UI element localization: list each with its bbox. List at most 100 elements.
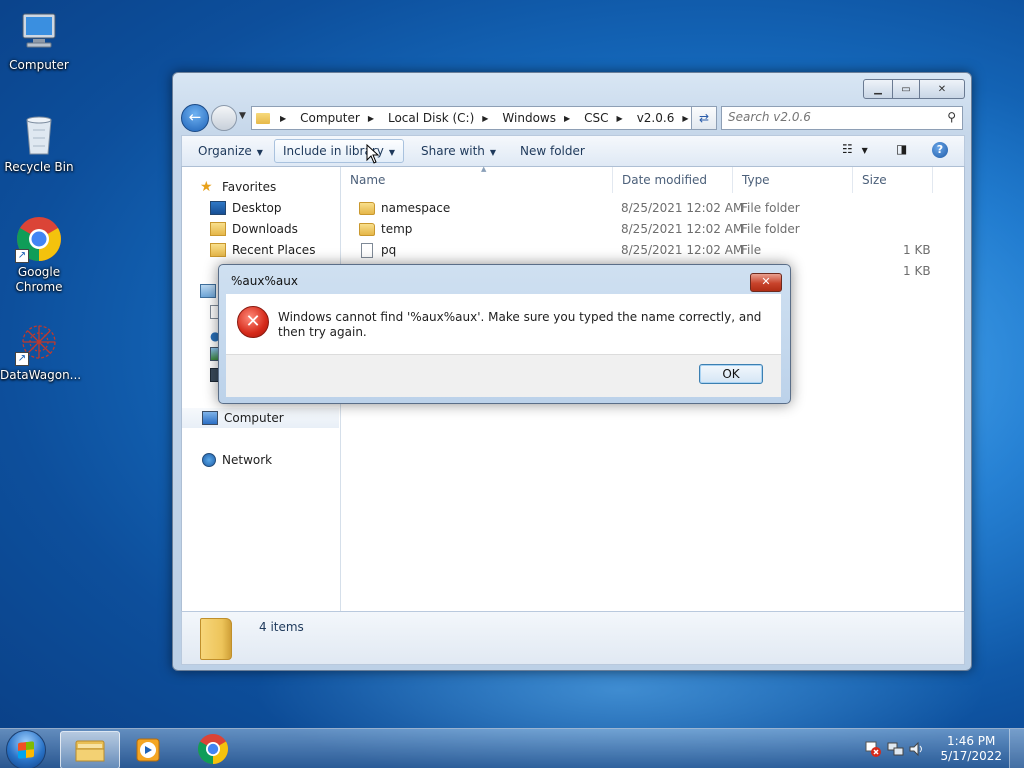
desktop-icon-computer[interactable]: Computer	[0, 8, 78, 73]
nav-label: Downloads	[232, 222, 298, 236]
sort-up-icon: ▲	[481, 165, 487, 173]
command-bar: Organize ▼ Include in library ▼ Share with…	[181, 135, 965, 167]
address-row: ← ▼ ▶ Computer ▶ Local Disk (C:) ▶ Windo…	[181, 103, 963, 132]
file-icon	[361, 243, 373, 258]
folder-icon	[359, 202, 375, 215]
datawagon-icon: ↗	[15, 318, 63, 366]
forward-button[interactable]	[211, 105, 237, 131]
file-date: 8/25/2021 12:02 AM	[621, 222, 744, 236]
network-status-icon[interactable]	[886, 740, 904, 761]
column-header-size[interactable]: Size	[853, 167, 933, 193]
windows-logo-icon	[18, 741, 34, 759]
column-label: Date modified	[622, 173, 708, 187]
search-icon[interactable]: ⚲	[947, 110, 956, 124]
breadcrumb-local-disk[interactable]: Local Disk (C:)	[384, 111, 478, 125]
view-list-icon: ☷	[842, 142, 853, 156]
address-bar[interactable]: ▶ Computer ▶ Local Disk (C:) ▶ Windows ▶…	[251, 106, 717, 130]
breadcrumb-label: v2.0.6	[636, 111, 675, 125]
dialog-message: Windows cannot find '%aux%aux'. Make sur…	[278, 310, 762, 339]
volume-icon[interactable]	[908, 740, 926, 761]
breadcrumb-separator[interactable]: ▶	[364, 114, 384, 123]
new-folder-button[interactable]: New folder	[512, 136, 593, 166]
close-icon: ✕	[937, 83, 947, 95]
chrome-icon	[197, 734, 229, 764]
file-row[interactable]: temp 8/25/2021 12:02 AM File folder	[341, 219, 964, 240]
libraries-icon	[200, 284, 216, 298]
taskbar-explorer-button[interactable]	[60, 731, 120, 768]
refresh-button[interactable]: ⇄	[691, 106, 717, 130]
close-icon: ✕	[761, 275, 771, 288]
desktop-icon-label: DataWagon...	[0, 368, 82, 382]
taskbar-chrome-button[interactable]	[183, 731, 241, 767]
breadcrumb-separator[interactable]: ▶	[613, 114, 633, 123]
nav-downloads[interactable]: Downloads	[210, 219, 298, 239]
view-options-button[interactable]: ☷ ▼	[842, 142, 868, 156]
back-button[interactable]: ←	[181, 104, 209, 132]
share-with-button[interactable]: Share with ▼	[413, 136, 504, 166]
chevron-down-icon: ▼	[489, 148, 497, 157]
breadcrumb-separator[interactable]: ▶	[560, 114, 580, 123]
details-pane: 4 items	[181, 611, 965, 665]
computer-icon	[15, 8, 63, 56]
breadcrumb-windows[interactable]: Windows	[498, 111, 560, 125]
preview-pane-button[interactable]: ◨	[896, 142, 907, 156]
file-row[interactable]: pq 8/25/2021 12:02 AM File 1 KB	[341, 240, 964, 261]
file-row[interactable]: namespace 8/25/2021 12:02 AM File folder	[341, 198, 964, 219]
clock-date: 5/17/2022	[940, 749, 1002, 763]
taskbar-media-player-button[interactable]	[120, 731, 178, 767]
breadcrumb-separator[interactable]: ▶	[478, 114, 498, 123]
nav-computer[interactable]: Computer	[182, 408, 339, 428]
chevron-down-icon: ▼	[388, 148, 396, 157]
start-button[interactable]	[6, 730, 46, 768]
organize-button[interactable]: Organize ▼	[190, 136, 271, 166]
file-name: pq	[381, 243, 397, 257]
desktop-icon-datawagon[interactable]: ↗ DataWagon...	[0, 318, 82, 383]
ok-button[interactable]: OK	[699, 364, 763, 384]
nav-recent-places[interactable]: Recent Places	[210, 240, 315, 260]
explorer-folder-icon	[75, 740, 105, 762]
maximize-button[interactable]: ▭	[893, 79, 920, 99]
file-name: temp	[381, 222, 413, 236]
error-icon: ✕	[237, 306, 269, 338]
show-desktop-button[interactable]	[1009, 729, 1024, 768]
media-player-icon	[136, 738, 160, 762]
action-center-flag-icon[interactable]	[864, 740, 882, 761]
item-count: 4 items	[259, 620, 304, 634]
breadcrumb-computer[interactable]: Computer	[296, 111, 364, 125]
organize-label: Organize	[198, 144, 252, 158]
minimize-icon: ▁	[874, 83, 882, 95]
column-header-name[interactable]: Name	[341, 167, 613, 193]
desktop-icon-recycle-bin[interactable]: Recycle Bin	[0, 110, 78, 175]
caption-buttons: ▁ ▭ ✕	[863, 79, 965, 99]
nav-desktop[interactable]: Desktop	[210, 198, 282, 218]
help-button[interactable]: ?	[932, 142, 948, 158]
column-header-type[interactable]: Type	[733, 167, 853, 193]
nav-label: Recent Places	[232, 243, 316, 257]
nav-favorites[interactable]: ★ Favorites	[200, 177, 276, 197]
minimize-button[interactable]: ▁	[863, 79, 893, 99]
nav-label: Computer	[224, 411, 284, 425]
search-input[interactable]	[722, 107, 934, 127]
column-header-date-modified[interactable]: Date modified	[613, 167, 733, 193]
dialog-close-button[interactable]: ✕	[750, 273, 782, 292]
include-in-library-button[interactable]: Include in library ▼	[274, 139, 405, 163]
new-folder-label: New folder	[520, 144, 585, 158]
desktop-icon-google-chrome[interactable]: ↗ Google Chrome	[0, 215, 78, 295]
dialog-title: %aux%aux	[231, 274, 298, 288]
breadcrumb-v206[interactable]: v2.0.6	[633, 111, 679, 125]
clock[interactable]: 1:46 PM 5/17/2022	[940, 734, 1002, 764]
file-size: 1 KB	[903, 264, 931, 278]
help-icon: ?	[932, 142, 948, 158]
desktop-icon-label: Recycle Bin	[4, 160, 74, 174]
breadcrumb-separator[interactable]: ▶	[276, 114, 296, 123]
breadcrumb-label: Windows	[502, 111, 556, 125]
nav-network[interactable]: Network	[202, 450, 272, 470]
breadcrumb-csc[interactable]: CSC	[580, 111, 612, 125]
dialog-footer: OK	[226, 354, 781, 397]
close-button[interactable]: ✕	[920, 79, 965, 99]
recent-pages-dropdown[interactable]: ▼	[239, 111, 246, 121]
folder-icon	[200, 618, 232, 660]
chevron-down-icon: ▼	[256, 148, 263, 157]
file-date: 8/25/2021 12:02 AM	[621, 243, 744, 257]
taskbar: 1:46 PM 5/17/2022	[0, 728, 1024, 768]
